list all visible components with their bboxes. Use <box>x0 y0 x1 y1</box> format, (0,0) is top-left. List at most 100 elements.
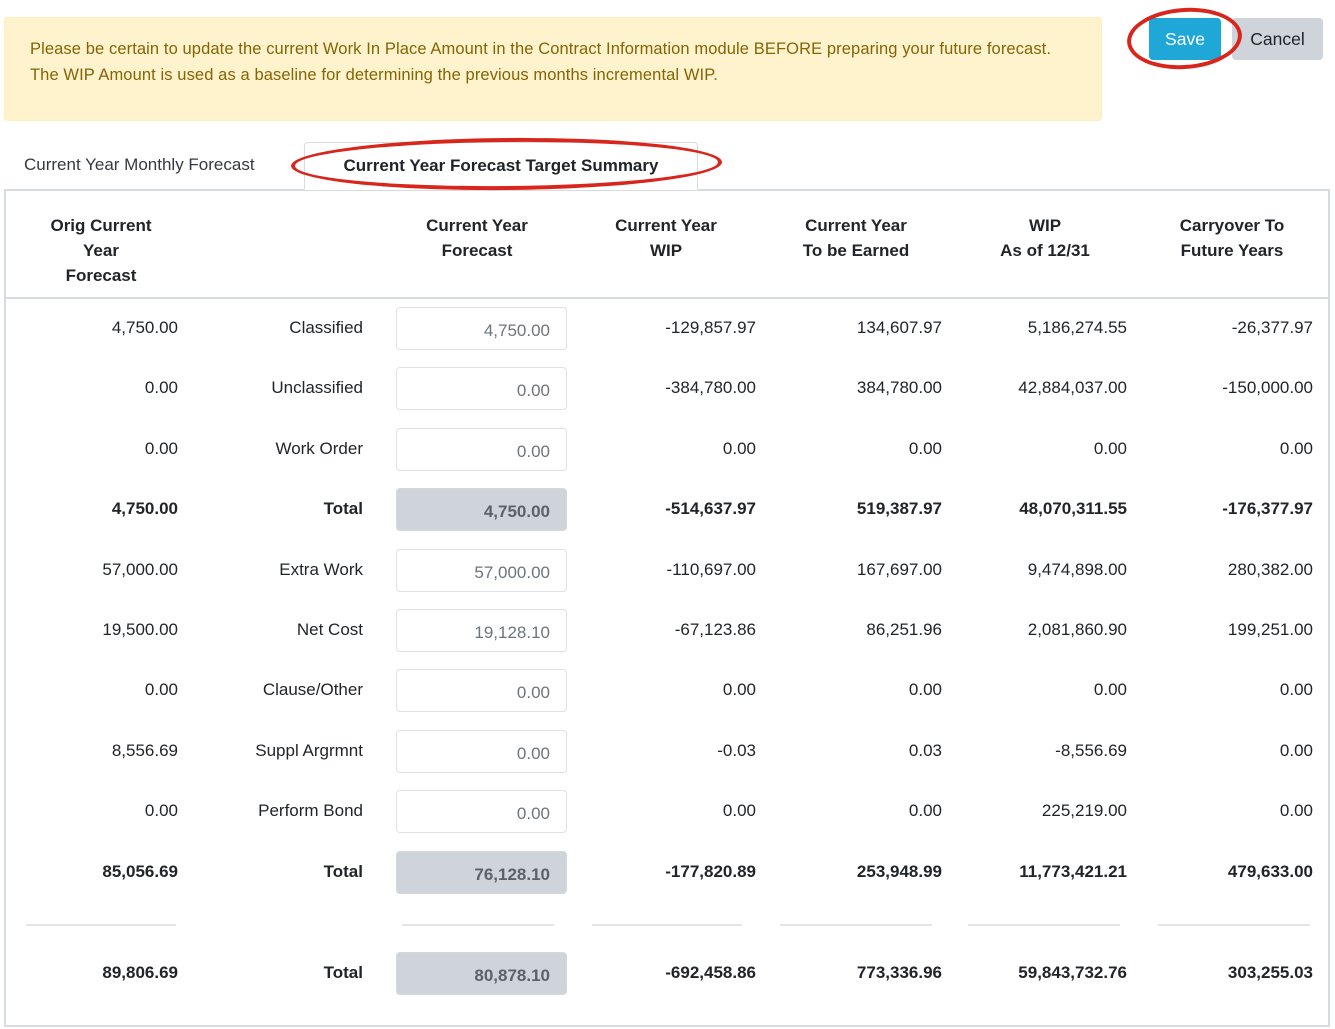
carryover-value: 303,255.03 <box>1227 963 1313 982</box>
wip-as-of-value: 225,219.00 <box>1041 801 1127 820</box>
orig-forecast-value: 0.00 <box>144 439 178 458</box>
column-header-current-forecast: Current Year Forecast <box>426 216 528 260</box>
forecast-total-field <box>396 952 567 995</box>
subtotal-row: 85,056.69 Total -177,820.89 253,948.99 11,77… <box>6 851 1328 894</box>
carryover-value: 0.00 <box>1279 439 1313 458</box>
wip-as-of-value: 0.00 <box>1093 439 1127 458</box>
current-wip-value: -514,637.97 <box>665 499 756 518</box>
row-label: Unclassified <box>271 378 363 397</box>
current-wip-value: 0.00 <box>722 439 756 458</box>
table-row: 0.00 Work Order 0.00 0.00 0.00 0.00 <box>6 428 1328 471</box>
carryover-value: 280,382.00 <box>1227 560 1313 579</box>
row-label: Total <box>323 499 363 518</box>
divider <box>26 924 176 926</box>
subtotal-row: 4,750.00 Total -514,637.97 519,387.97 48,070… <box>6 488 1328 531</box>
column-header-orig-forecast: Orig Current Year Forecast <box>50 216 152 285</box>
orig-forecast-value: 0.00 <box>144 680 178 699</box>
row-label: Extra Work <box>279 560 363 579</box>
current-wip-value: -129,857.97 <box>665 318 756 337</box>
carryover-value: 0.00 <box>1279 801 1313 820</box>
to-be-earned-value: 773,336.96 <box>856 963 942 982</box>
orig-forecast-value: 0.00 <box>144 378 178 397</box>
table-row: 57,000.00 Extra Work -110,697.00 167,697.00… <box>6 549 1328 592</box>
current-wip-value: -177,820.89 <box>665 862 756 881</box>
warning-alert: Please be certain to update the current … <box>4 17 1102 121</box>
column-header-to-be-earned: Current Year To be Earned <box>802 216 910 260</box>
current-wip-value: -0.03 <box>717 741 756 760</box>
table-header: Orig Current Year Forecast Current Year … <box>6 191 1328 299</box>
table-row: 0.00 Clause/Other 0.00 0.00 0.00 0.00 <box>6 669 1328 712</box>
current-wip-value: 0.00 <box>722 801 756 820</box>
carryover-value: -176,377.97 <box>1222 499 1313 518</box>
row-label: Net Cost <box>296 620 363 639</box>
wip-as-of-value: 2,081,860.90 <box>1027 620 1127 639</box>
carryover-value: -150,000.00 <box>1222 378 1313 397</box>
wip-as-of-value: 48,070,311.55 <box>1019 499 1127 518</box>
table-row: 0.00 Unclassified -384,780.00 384,780.00 42,… <box>6 367 1328 410</box>
row-label: Suppl Argrmnt <box>255 741 363 760</box>
to-be-earned-value: 167,697.00 <box>856 560 942 579</box>
save-button[interactable]: Save <box>1149 18 1221 60</box>
to-be-earned-value: 519,387.97 <box>856 499 942 518</box>
column-header-current-wip: Current Year WIP <box>615 216 717 260</box>
divider <box>968 924 1120 926</box>
current-wip-value: -67,123.86 <box>674 620 756 639</box>
row-label: Classified <box>289 318 363 337</box>
current-wip-value: -692,458.86 <box>665 963 756 982</box>
current-wip-value: -110,697.00 <box>666 560 756 579</box>
grand-total-row: 89,806.69 Total -692,458.86 773,336.96 5… <box>6 952 1328 995</box>
wip-as-of-value: 5,186,274.55 <box>1027 318 1127 337</box>
forecast-input[interactable] <box>396 669 567 712</box>
row-label: Total <box>323 862 363 881</box>
wip-as-of-value: 42,884,037.00 <box>1018 378 1127 397</box>
orig-forecast-value: 4,750.00 <box>111 318 178 337</box>
tab-bar: Current Year Monthly Forecast Current Ye… <box>4 142 1330 190</box>
forecast-input[interactable] <box>396 790 567 833</box>
carryover-value: 0.00 <box>1279 680 1313 699</box>
to-be-earned-value: 86,251.96 <box>866 620 942 639</box>
current-wip-value: 0.00 <box>722 680 756 699</box>
forecast-total-field <box>396 488 567 531</box>
cancel-button[interactable]: Cancel <box>1232 18 1323 60</box>
orig-forecast-value: 19,500.00 <box>102 620 178 639</box>
forecast-input[interactable] <box>396 307 567 350</box>
forecast-input[interactable] <box>396 428 567 471</box>
orig-forecast-value: 8,556.69 <box>111 741 178 760</box>
orig-forecast-value: 4,750.00 <box>111 499 178 518</box>
divider <box>780 924 932 926</box>
to-be-earned-value: 0.00 <box>908 680 942 699</box>
tab-forecast-target-summary[interactable]: Current Year Forecast Target Summary <box>304 142 698 190</box>
wip-as-of-value: 0.00 <box>1093 680 1127 699</box>
warning-alert-message: Please be certain to update the current … <box>30 40 1052 84</box>
orig-forecast-value: 85,056.69 <box>102 862 178 881</box>
tab-monthly-forecast[interactable]: Current Year Monthly Forecast <box>4 142 275 190</box>
orig-forecast-value: 57,000.00 <box>102 560 178 579</box>
to-be-earned-value: 0.03 <box>908 741 942 760</box>
to-be-earned-value: 384,780.00 <box>856 378 942 397</box>
divider <box>592 924 742 926</box>
wip-as-of-value: 9,474,898.00 <box>1027 560 1127 579</box>
forecast-input[interactable] <box>396 367 567 410</box>
row-label: Perform Bond <box>258 801 363 820</box>
orig-forecast-value: 89,806.69 <box>102 963 178 982</box>
column-header-carryover: Carryover To Future Years <box>1179 216 1285 260</box>
column-header-wip-as-of: WIP As of 12/31 <box>1000 216 1090 260</box>
forecast-input[interactable] <box>396 549 567 592</box>
row-label: Clause/Other <box>262 680 363 699</box>
wip-as-of-value: -8,556.69 <box>1055 741 1127 760</box>
forecast-page: Please be certain to update the current … <box>0 0 1335 1029</box>
to-be-earned-value: 253,948.99 <box>856 862 942 881</box>
summary-table: Orig Current Year Forecast Current Year … <box>4 189 1330 1027</box>
wip-as-of-value: 11,773,421.21 <box>1019 862 1127 881</box>
to-be-earned-value: 0.00 <box>908 439 942 458</box>
table-row: 8,556.69 Suppl Argrmnt -0.03 0.03 -8,556.69 0… <box>6 730 1328 773</box>
current-wip-value: -384,780.00 <box>665 378 756 397</box>
orig-forecast-value: 0.00 <box>144 801 178 820</box>
to-be-earned-value: 134,607.97 <box>856 318 942 337</box>
divider <box>402 924 554 926</box>
carryover-value: -26,377.97 <box>1231 318 1313 337</box>
forecast-input[interactable] <box>396 730 567 773</box>
forecast-input[interactable] <box>396 609 567 652</box>
table-row: 0.00 Perform Bond 0.00 0.00 225,219.00 0.00 <box>6 790 1328 833</box>
wip-as-of-value: 59,843,732.76 <box>1018 963 1127 982</box>
